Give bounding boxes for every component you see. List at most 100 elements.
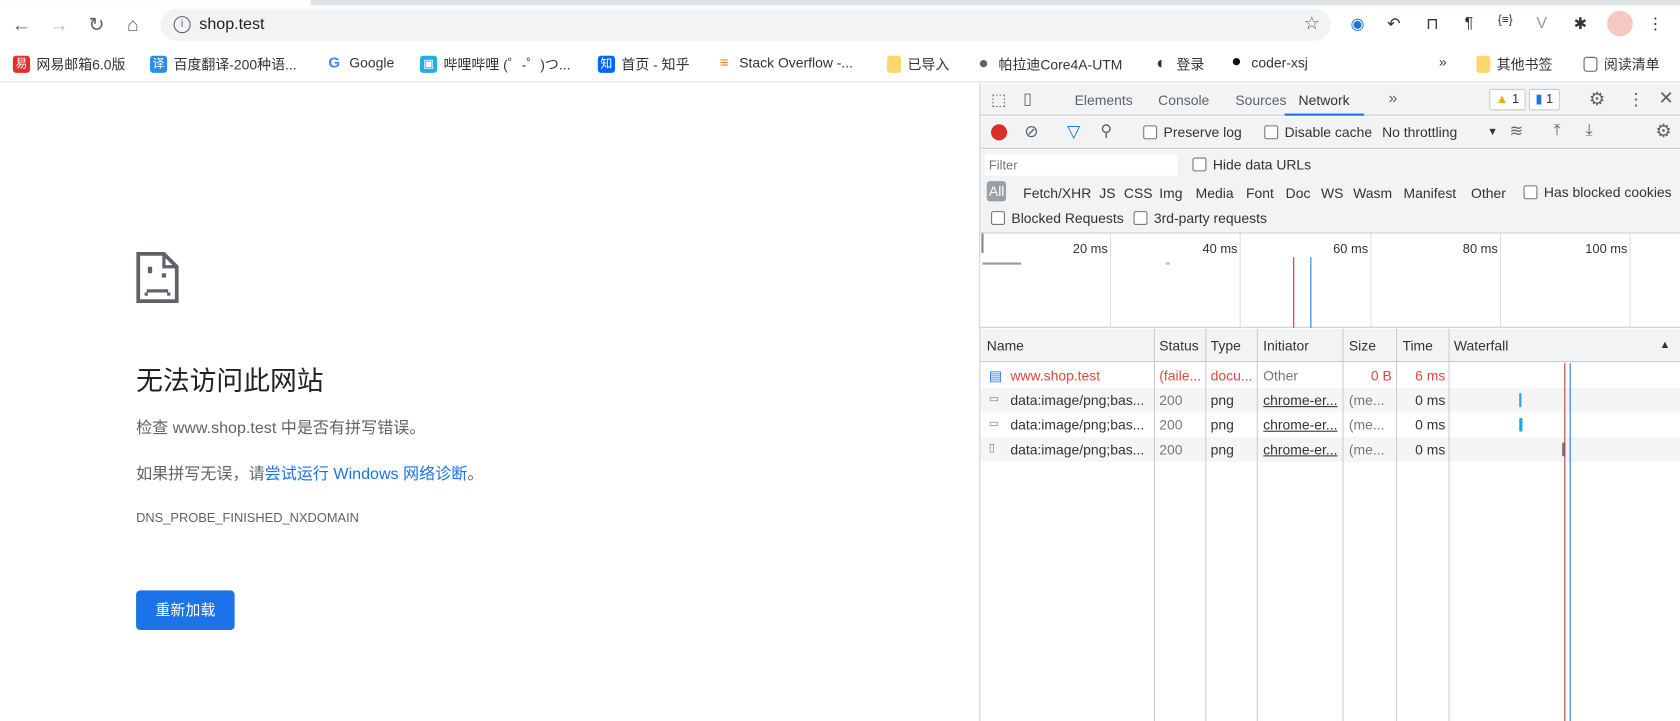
- column-divider[interactable]: [1256, 328, 1258, 721]
- type-filter-all[interactable]: All: [986, 181, 1007, 202]
- site-info-icon[interactable]: i: [173, 16, 191, 34]
- type-filter-doc[interactable]: Doc: [1286, 185, 1311, 201]
- column-initiator[interactable]: Initiator: [1263, 337, 1309, 353]
- request-initiator[interactable]: chrome-er...: [1263, 441, 1342, 457]
- search-icon[interactable]: ⚲: [1100, 121, 1112, 140]
- address-bar[interactable]: i shop.test ☆: [160, 8, 1331, 41]
- table-row[interactable]: ▭ data:image/png;bas... 200 png chrome-e…: [980, 387, 1680, 413]
- tab-sources[interactable]: Sources: [1235, 92, 1286, 108]
- column-time[interactable]: Time: [1402, 337, 1432, 353]
- network-settings-icon[interactable]: ⚙: [1655, 121, 1671, 142]
- puzzle-icon[interactable]: ✱: [1569, 14, 1593, 33]
- column-divider[interactable]: [1153, 328, 1155, 721]
- messages-badge[interactable]: ▮ 1: [1528, 88, 1560, 111]
- menu-icon[interactable]: ⋮: [1644, 14, 1668, 33]
- settings-icon[interactable]: ⚙: [1589, 89, 1605, 110]
- bookmark-item[interactable]: 易网易邮箱6.0版: [12, 54, 125, 74]
- blocked-requests-checkbox[interactable]: Blocked Requests: [991, 210, 1124, 226]
- warnings-badge[interactable]: ▲ 1: [1489, 88, 1526, 111]
- bookmark-item[interactable]: ● coder-xsj: [1228, 53, 1308, 71]
- request-name[interactable]: www.shop.test: [1010, 367, 1151, 383]
- bookmark-icon[interactable]: ⊓: [1421, 14, 1445, 33]
- type-filter-wasm[interactable]: Wasm: [1353, 185, 1392, 201]
- column-status[interactable]: Status: [1159, 337, 1198, 353]
- filter-input[interactable]: [984, 154, 1178, 176]
- network-conditions-icon[interactable]: ≋: [1510, 121, 1523, 140]
- more-options-icon[interactable]: ⋮: [1627, 89, 1644, 110]
- bookmark-item[interactable]: ● 帕拉迪Core4A-UTM: [975, 54, 1122, 74]
- vue-icon[interactable]: V: [1530, 14, 1554, 32]
- inspect-icon[interactable]: ⬚: [991, 90, 1006, 109]
- reload-icon[interactable]: ↻: [84, 12, 110, 38]
- tab-console[interactable]: Console: [1158, 92, 1209, 108]
- extension-2-icon[interactable]: ↶: [1382, 14, 1406, 33]
- table-row[interactable]: ▤ www.shop.test (faile... docu... Other …: [980, 363, 1680, 388]
- bookmark-folder[interactable]: 已导入: [887, 54, 949, 74]
- bookmark-item[interactable]: G Google: [326, 54, 394, 71]
- disable-cache-checkbox[interactable]: Disable cache: [1264, 124, 1372, 140]
- type-filter-manifest[interactable]: Manifest: [1404, 185, 1457, 201]
- column-divider[interactable]: [1448, 328, 1450, 721]
- request-initiator[interactable]: chrome-er...: [1263, 392, 1342, 408]
- network-overview[interactable]: 20 ms 40 ms 60 ms 80 ms 100 ms: [980, 233, 1680, 328]
- export-har-icon[interactable]: ⤓: [1586, 121, 1593, 139]
- type-filter-img[interactable]: Img: [1159, 185, 1182, 201]
- home-icon[interactable]: ⌂: [120, 12, 146, 38]
- type-filter-css[interactable]: CSS: [1124, 185, 1153, 201]
- json-icon[interactable]: {≡}: [1494, 14, 1518, 27]
- preserve-log-checkbox[interactable]: Preserve log: [1143, 124, 1242, 140]
- star-icon[interactable]: ☆: [1304, 13, 1320, 34]
- column-type[interactable]: Type: [1211, 337, 1241, 353]
- column-divider[interactable]: [1205, 328, 1207, 721]
- request-initiator[interactable]: chrome-er...: [1263, 417, 1342, 433]
- type-filter-media[interactable]: Media: [1196, 185, 1234, 201]
- diagnostics-link[interactable]: 尝试运行 Windows 网络诊断: [265, 465, 468, 483]
- forward-icon[interactable]: →: [46, 12, 72, 38]
- type-filter-other[interactable]: Other: [1471, 185, 1506, 201]
- hide-data-urls-checkbox[interactable]: Hide data URLs: [1192, 156, 1311, 172]
- reading-list[interactable]: 阅读清单: [1583, 54, 1660, 74]
- extension-1-icon[interactable]: ◉: [1346, 14, 1370, 33]
- paragraph-icon[interactable]: ¶: [1457, 14, 1481, 32]
- type-filter-ws[interactable]: WS: [1321, 185, 1343, 201]
- import-har-icon[interactable]: ⤒: [1554, 121, 1561, 139]
- bookmark-item[interactable]: 知首页 - 知乎: [597, 54, 690, 74]
- request-name[interactable]: data:image/png;bas...: [1010, 392, 1151, 408]
- tab-network[interactable]: Network: [1284, 92, 1364, 116]
- device-toolbar-icon[interactable]: ▯: [1023, 89, 1032, 108]
- other-bookmarks[interactable]: 其他书签: [1476, 54, 1552, 74]
- table-row[interactable]: ▭ data:image/png;bas... 200 png chrome-e…: [980, 412, 1680, 437]
- filter-icon[interactable]: ▽: [1067, 121, 1080, 142]
- column-divider[interactable]: [1396, 328, 1398, 721]
- table-row[interactable]: ▯ data:image/png;bas... 200 png chrome-e…: [980, 437, 1680, 462]
- type-filter-font[interactable]: Font: [1246, 185, 1274, 201]
- close-icon[interactable]: ✕: [1659, 88, 1674, 109]
- bookmark-item[interactable]: ≡ Stack Overflow -...: [716, 54, 853, 71]
- tick-label: 20 ms: [1072, 241, 1108, 257]
- tab-elements[interactable]: Elements: [1075, 92, 1133, 108]
- url-text[interactable]: shop.test: [199, 15, 264, 33]
- reload-button[interactable]: 重新加载: [136, 590, 235, 630]
- sort-ascending-icon[interactable]: ▲: [1660, 340, 1671, 352]
- has-blocked-cookies-checkbox[interactable]: Has blocked cookies: [1523, 184, 1672, 200]
- type-filter-fetch[interactable]: Fetch/XHR: [1023, 185, 1091, 201]
- type-filter-js[interactable]: JS: [1099, 185, 1115, 201]
- column-name[interactable]: Name: [987, 337, 1024, 353]
- back-icon[interactable]: ←: [9, 12, 35, 38]
- avatar[interactable]: [1607, 10, 1633, 37]
- column-divider[interactable]: [1342, 328, 1344, 721]
- column-size[interactable]: Size: [1349, 337, 1376, 353]
- more-tabs-button[interactable]: »: [1389, 89, 1398, 107]
- column-waterfall[interactable]: Waterfall: [1454, 337, 1508, 353]
- clear-icon[interactable]: ⊘: [1024, 121, 1038, 142]
- request-name[interactable]: data:image/png;bas...: [1010, 417, 1151, 433]
- throttling-select[interactable]: No throttling ▼: [1382, 124, 1498, 140]
- bookmarks-overflow-button[interactable]: »: [1439, 54, 1447, 70]
- bookmark-item[interactable]: ◐ 登录: [1153, 54, 1204, 74]
- request-name[interactable]: data:image/png;bas...: [1010, 441, 1151, 457]
- third-party-checkbox[interactable]: 3rd-party requests: [1133, 210, 1267, 226]
- overview-handle[interactable]: [981, 233, 984, 253]
- bookmark-item[interactable]: ▣ 哔哩哔哩 (゜-゜)つ...: [419, 54, 570, 74]
- record-icon[interactable]: [991, 124, 1008, 141]
- bookmark-item[interactable]: 译百度翻译-200种语...: [149, 54, 297, 74]
